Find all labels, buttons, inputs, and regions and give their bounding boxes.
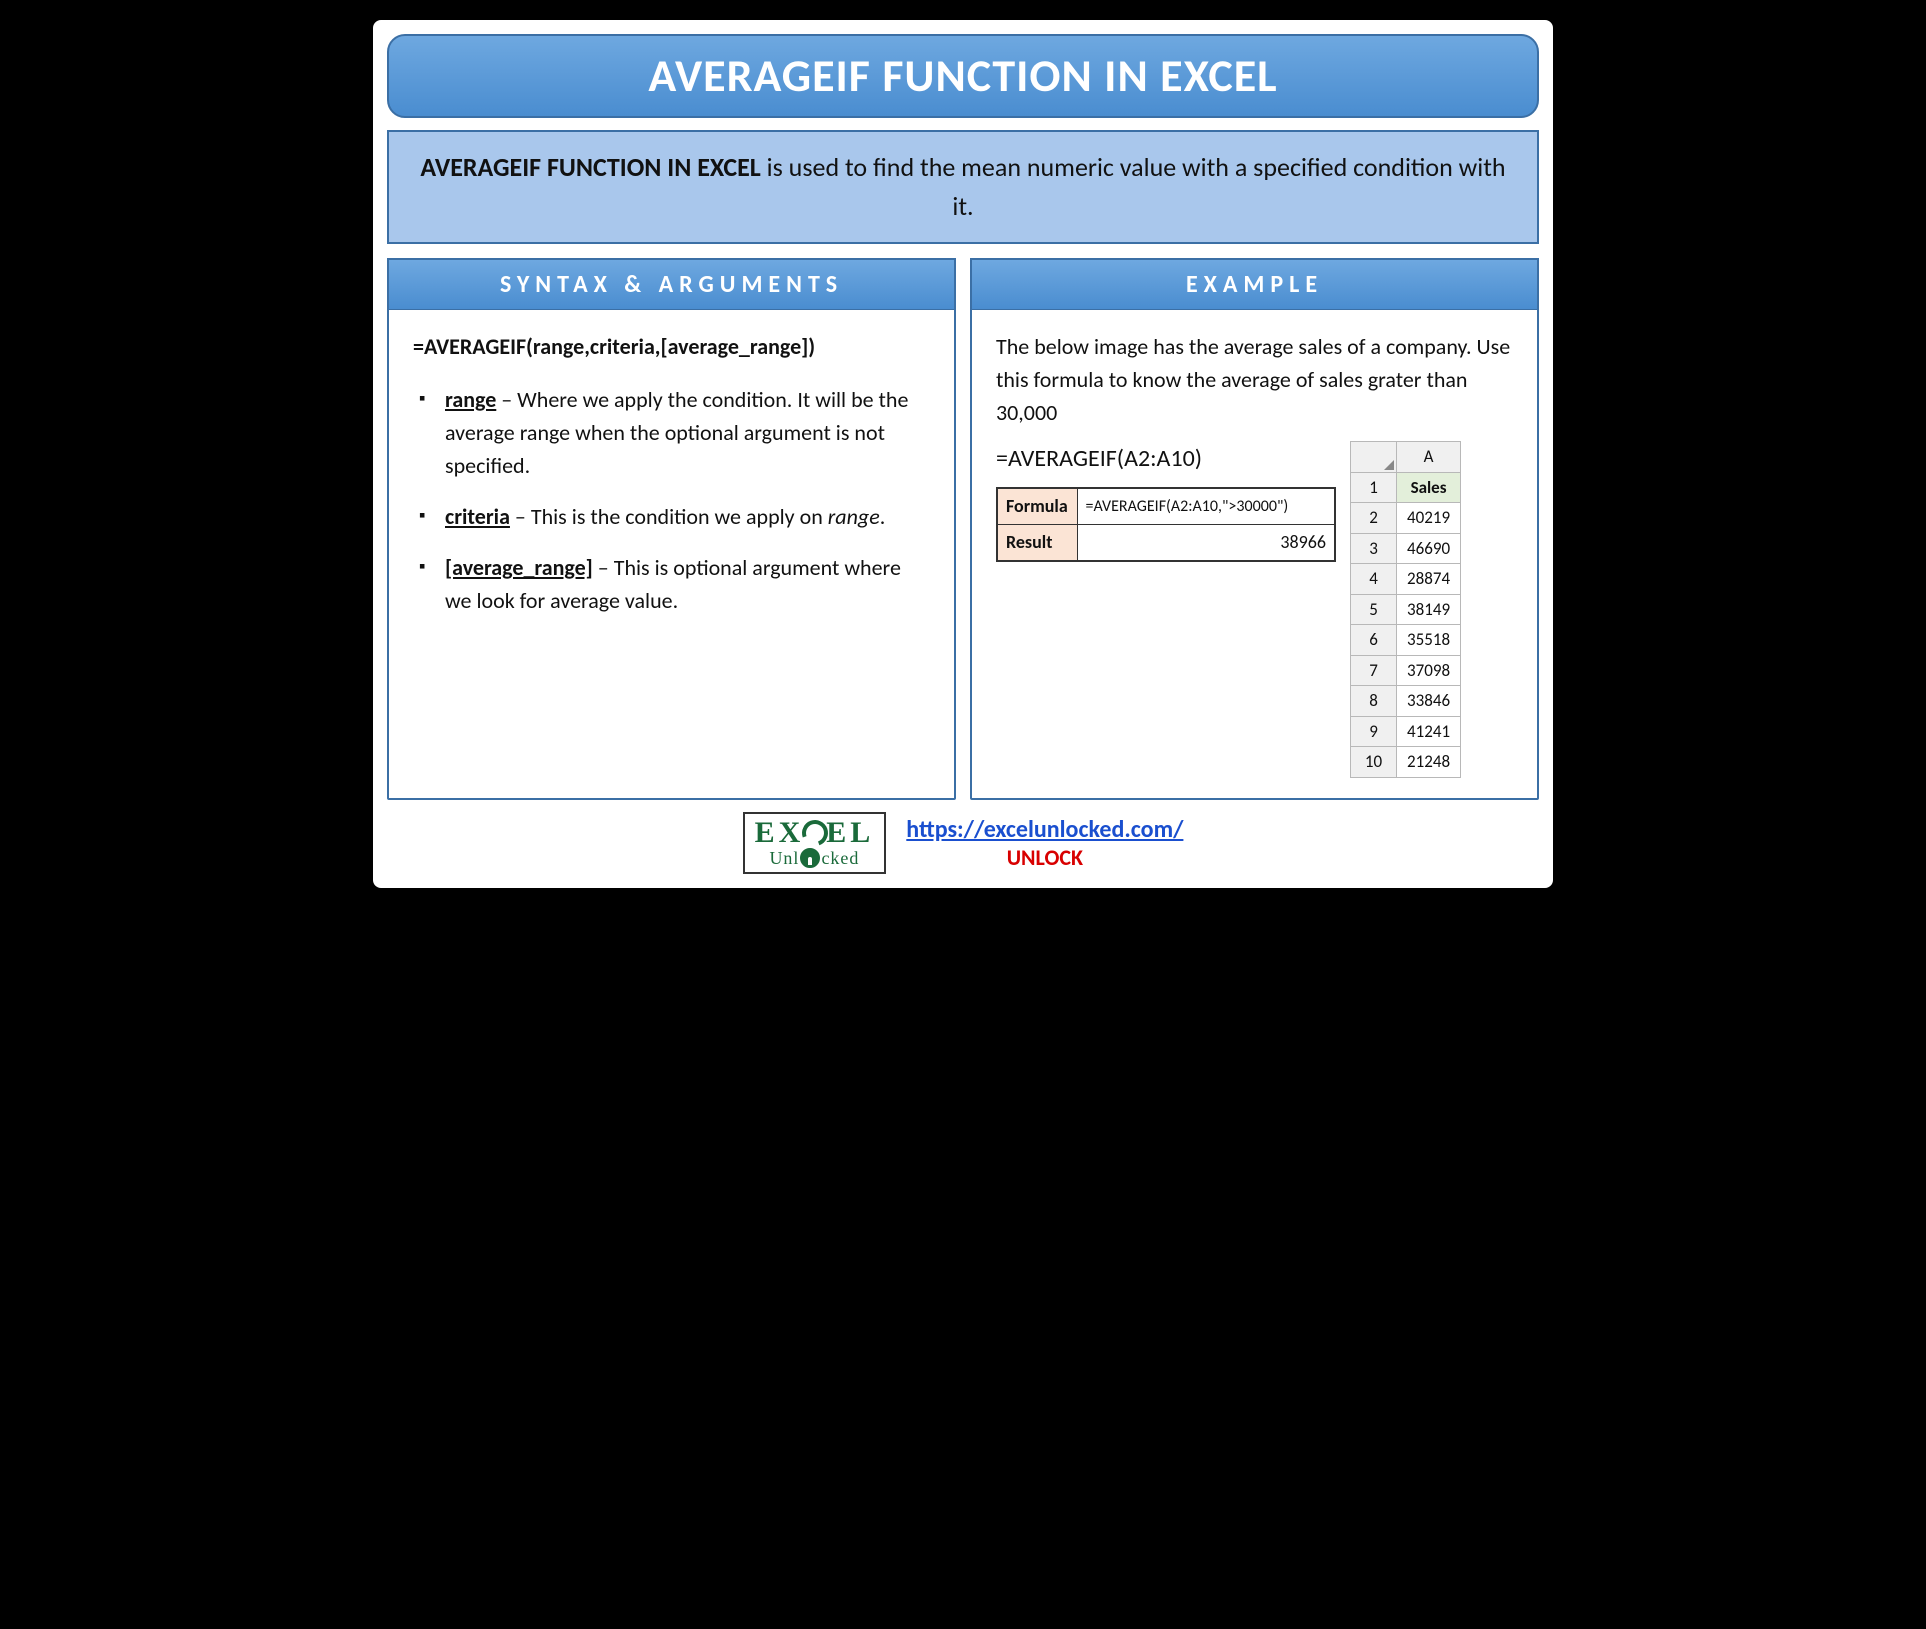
sheet-rownum: 6 <box>1351 625 1397 656</box>
logo-bot-post: cked <box>821 849 859 867</box>
sheet-rownum: 1 <box>1351 472 1397 503</box>
keyhole-icon <box>800 848 820 868</box>
excel-unlocked-logo: EX EL Unl cked <box>743 812 887 874</box>
syntax-heading: SYNTAX & ARGUMENTS <box>389 260 954 310</box>
sheet-rownum: 4 <box>1351 564 1397 595</box>
arg-name: range <box>445 386 496 413</box>
sheet-rownum: 10 <box>1351 747 1397 778</box>
example-right: A 1Sales 240219 346690 428874 538149 635… <box>1350 441 1461 778</box>
formula-label: Formula <box>997 488 1077 525</box>
sheet-row: 240219 <box>1351 503 1461 534</box>
sheet-row: 538149 <box>1351 594 1461 625</box>
sheet-cell: 37098 <box>1397 655 1461 686</box>
table-row: Result 38966 <box>997 525 1335 562</box>
arg-text-pre: – This is the condition we apply on <box>510 503 828 530</box>
sheet-row: 428874 <box>1351 564 1461 595</box>
result-label: Result <box>997 525 1077 562</box>
sheet-rownum: 7 <box>1351 655 1397 686</box>
sheet-rownum: 9 <box>1351 716 1397 747</box>
example-body: The below image has the average sales of… <box>972 310 1537 798</box>
sheet-cell: 41241 <box>1397 716 1461 747</box>
logo-bottom: Unl cked <box>769 848 859 868</box>
sheet-rownum: 3 <box>1351 533 1397 564</box>
sheet-cell: Sales <box>1397 472 1461 503</box>
site-link[interactable]: https://excelunlocked.com/ <box>906 815 1183 844</box>
sheet-row: 737098 <box>1351 655 1461 686</box>
example-inline-formula: =AVERAGEIF(A2:A10) <box>996 441 1336 477</box>
description-bold: AVERAGEIF FUNCTION IN EXCEL <box>420 151 760 183</box>
logo-bot-pre: Unl <box>769 849 799 867</box>
sheet-corner <box>1351 442 1397 473</box>
logo-top-pre: EX <box>755 818 805 848</box>
title-bar: AVERAGEIF FUNCTION IN EXCEL <box>387 34 1539 118</box>
arg-text-ital: range <box>828 503 880 530</box>
columns: SYNTAX & ARGUMENTS =AVERAGEIF(range,crit… <box>387 258 1539 800</box>
sheet-header-row: A <box>1351 442 1461 473</box>
infographic-card: AVERAGEIF FUNCTION IN EXCEL AVERAGEIF FU… <box>373 20 1553 888</box>
footer-links: https://excelunlocked.com/ UNLOCK <box>906 815 1183 871</box>
example-intro: The below image has the average sales of… <box>996 330 1513 429</box>
sheet-row: 833846 <box>1351 686 1461 717</box>
sheet-row: 1021248 <box>1351 747 1461 778</box>
sheet-cell: 38149 <box>1397 594 1461 625</box>
sheet-cell: 21248 <box>1397 747 1461 778</box>
sheet-rownum: 8 <box>1351 686 1397 717</box>
description-text: is used to find the mean numeric value w… <box>761 151 1506 222</box>
logo-top: EX EL <box>755 818 875 848</box>
sheet-cell: 46690 <box>1397 533 1461 564</box>
example-left: =AVERAGEIF(A2:A10) Formula =AVERAGEIF(A2… <box>996 441 1336 562</box>
footer: EX EL Unl cked https://excelunlocked.com… <box>387 812 1539 874</box>
table-row: Formula =AVERAGEIF(A2:A10,">30000") <box>997 488 1335 525</box>
description-bar: AVERAGEIF FUNCTION IN EXCEL is used to f… <box>387 130 1539 244</box>
sheet-row: 941241 <box>1351 716 1461 747</box>
example-heading: EXAMPLE <box>972 260 1537 310</box>
example-panel: EXAMPLE The below image has the average … <box>970 258 1539 800</box>
arg-range: range – Where we apply the condition. It… <box>419 383 930 482</box>
sheet-row: 635518 <box>1351 625 1461 656</box>
sheet-cell: 35518 <box>1397 625 1461 656</box>
unlock-text: UNLOCK <box>906 844 1183 871</box>
arg-text: – Where we apply the condition. It will … <box>445 386 908 479</box>
arg-name: criteria <box>445 503 510 530</box>
logo-top-post: EL <box>826 818 874 848</box>
syntax-body: =AVERAGEIF(range,criteria,[average_range… <box>389 310 954 655</box>
arg-criteria: criteria – This is the condition we appl… <box>419 500 930 533</box>
sheet-row: 346690 <box>1351 533 1461 564</box>
argument-list: range – Where we apply the condition. It… <box>413 383 930 617</box>
sheet-row: 1Sales <box>1351 472 1461 503</box>
sheet-cell: 28874 <box>1397 564 1461 595</box>
arg-average-range: [average_range] – This is optional argum… <box>419 551 930 617</box>
spreadsheet: A 1Sales 240219 346690 428874 538149 635… <box>1350 441 1461 778</box>
page-title: AVERAGEIF FUNCTION IN EXCEL <box>399 48 1527 104</box>
arg-name: [average_range] <box>445 554 593 581</box>
syntax-formula: =AVERAGEIF(range,criteria,[average_range… <box>413 330 930 363</box>
example-flex: =AVERAGEIF(A2:A10) Formula =AVERAGEIF(A2… <box>996 441 1513 778</box>
sheet-rownum: 2 <box>1351 503 1397 534</box>
arg-text-post: . <box>880 503 886 530</box>
sheet-cell: 40219 <box>1397 503 1461 534</box>
formula-result-table: Formula =AVERAGEIF(A2:A10,">30000") Resu… <box>996 487 1336 562</box>
formula-value: =AVERAGEIF(A2:A10,">30000") <box>1077 488 1335 525</box>
sheet-cell: 33846 <box>1397 686 1461 717</box>
result-value: 38966 <box>1077 525 1335 562</box>
sheet-col-a: A <box>1397 442 1461 473</box>
sheet-rownum: 5 <box>1351 594 1397 625</box>
syntax-panel: SYNTAX & ARGUMENTS =AVERAGEIF(range,crit… <box>387 258 956 800</box>
